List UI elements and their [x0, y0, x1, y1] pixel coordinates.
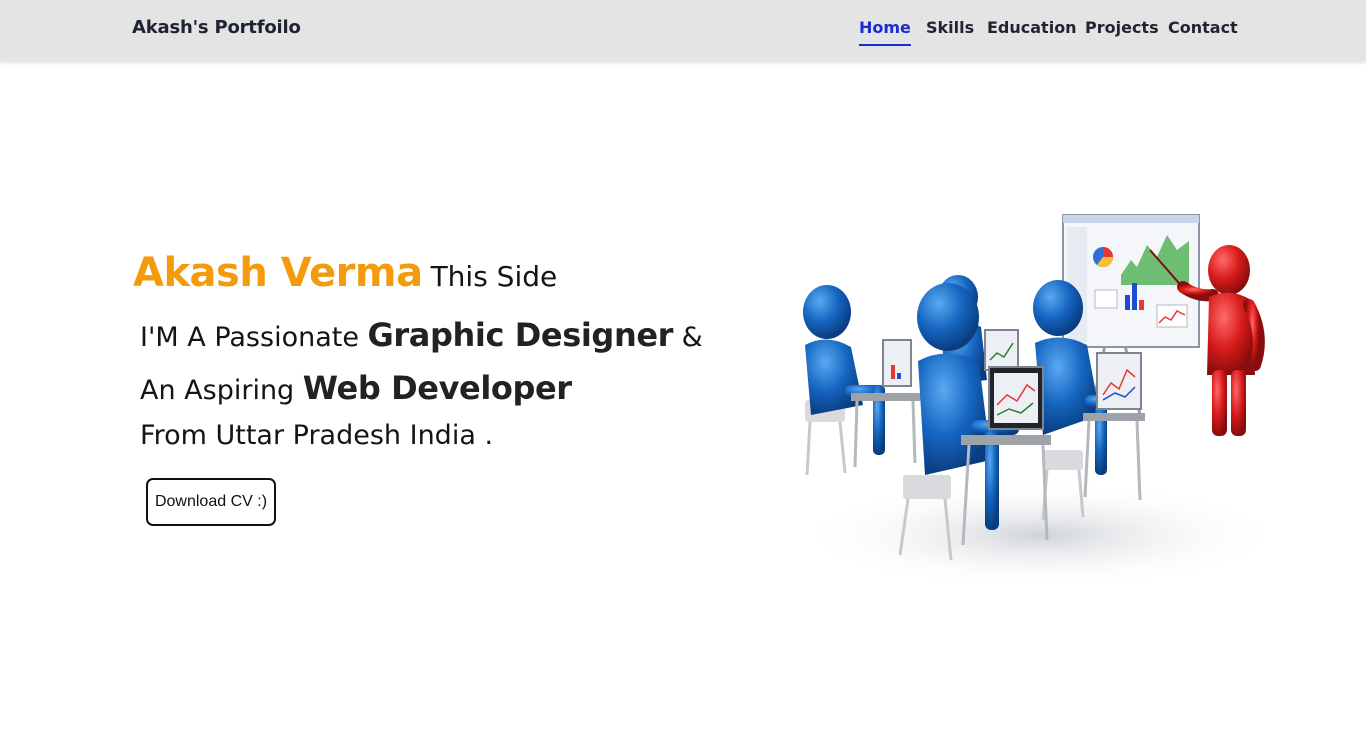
hero-line2-prefix: I'M A Passionate	[140, 322, 359, 353]
hero-line2-suffix: &	[681, 322, 703, 353]
hero-name-suffix: This Side	[430, 260, 558, 293]
nav-link-skills[interactable]: Skills	[926, 18, 974, 38]
nav-link-education[interactable]: Education	[987, 18, 1077, 38]
hero-graphic-designer: Graphic Designer	[367, 316, 674, 354]
hero-name: Akash Verma	[133, 250, 423, 296]
audience-figure-left	[803, 285, 921, 476]
hero-role-designer: I'M A Passionate Graphic Designer &	[140, 316, 703, 354]
navbar: Akash's Portfoilo Home Skills Education …	[0, 0, 1366, 61]
nav-link-contact[interactable]: Contact	[1168, 18, 1238, 38]
download-cv-button[interactable]: Download CV :)	[146, 478, 276, 526]
nav-link-projects[interactable]: Projects	[1085, 18, 1159, 38]
hero-line3-prefix: An Aspiring	[140, 375, 295, 406]
hero-location: From Uttar Pradesh India .	[140, 420, 494, 451]
hero-role-developer: An Aspiring Web Developer	[140, 369, 572, 407]
nav-link-home[interactable]: Home	[859, 18, 911, 46]
hero-intro: Akash Verma This Side	[133, 250, 557, 296]
nav-menu: Home Skills Education Projects Contact	[0, 18, 1366, 48]
hero-illustration	[795, 214, 1285, 590]
hero-web-developer: Web Developer	[302, 369, 572, 407]
